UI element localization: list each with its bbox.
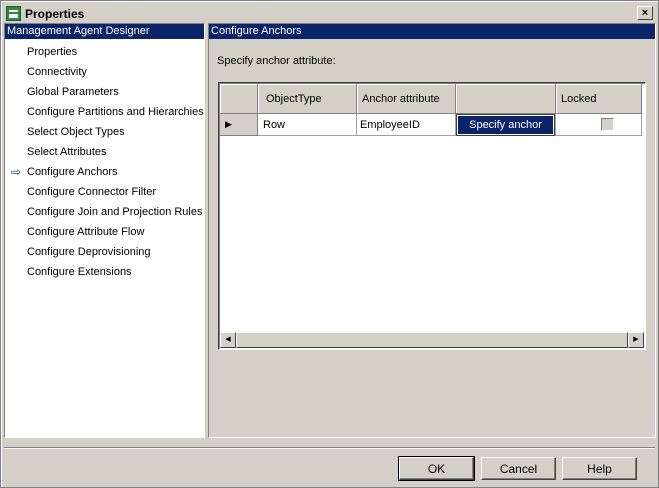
cell-objecttype[interactable]: Row: [258, 114, 357, 136]
sidebar-item-label: Configure Partitions and Hierarchies: [27, 106, 204, 118]
sidebar-item-label: Configure Attribute Flow: [27, 226, 145, 238]
sidebar-item-label: Select Attributes: [27, 146, 107, 158]
sidebar-header: Management Agent Designer: [5, 24, 204, 39]
cancel-button[interactable]: Cancel: [481, 457, 556, 480]
cell-action: Specify anchor: [456, 113, 556, 136]
cell-locked: [556, 114, 642, 136]
anchor-grid: ObjectType Anchor attribute Locked ▶ Row…: [218, 82, 646, 350]
row-pointer-icon: ▶: [225, 119, 232, 129]
scroll-right-icon[interactable]: ▶: [628, 332, 644, 348]
sidebar-item-label: Connectivity: [27, 66, 87, 78]
content-panel: Configure Anchors Specify anchor attribu…: [208, 23, 656, 438]
sidebar-item-connectivity[interactable]: Connectivity: [5, 62, 204, 82]
sidebar-item-label: Configure Connector Filter: [27, 186, 157, 198]
sidebar: Management Agent Designer Properties Con…: [4, 23, 205, 438]
app-icon: [6, 6, 21, 21]
sidebar-item-configure-anchors[interactable]: ⇨ Configure Anchors: [5, 162, 204, 182]
properties-dialog: Properties × Management Agent Designer P…: [0, 0, 659, 488]
ok-button[interactable]: OK: [398, 456, 475, 481]
sidebar-item-select-object-types[interactable]: Select Object Types: [5, 122, 204, 142]
sidebar-item-properties[interactable]: Properties: [5, 42, 204, 62]
locked-checkbox[interactable]: [601, 118, 614, 131]
close-button[interactable]: ×: [637, 6, 653, 20]
scroll-left-icon[interactable]: ◀: [220, 332, 236, 348]
sidebar-item-configure-connector-filter[interactable]: Configure Connector Filter: [5, 182, 204, 202]
arrow-right-icon: ⇨: [11, 165, 22, 179]
scrollbar-thumb[interactable]: [236, 332, 628, 348]
column-header-action[interactable]: [456, 84, 556, 114]
sidebar-item-label: Select Object Types: [27, 126, 125, 138]
specify-anchor-button[interactable]: Specify anchor: [456, 113, 555, 136]
instruction-label: Specify anchor attribute:: [217, 55, 336, 67]
row-header[interactable]: ▶: [220, 114, 258, 136]
help-button[interactable]: Help: [562, 457, 637, 480]
table-row[interactable]: ▶ Row EmployeeID Specify anchor: [220, 113, 642, 136]
sidebar-item-select-attributes[interactable]: Select Attributes: [5, 142, 204, 162]
page-title: Configure Anchors: [209, 24, 655, 39]
cell-anchor-attribute[interactable]: EmployeeID: [357, 114, 456, 136]
grid-corner-header: [220, 84, 258, 114]
sidebar-item-label: Configure Anchors: [27, 166, 118, 178]
window-title: Properties: [25, 6, 85, 21]
sidebar-item-configure-join-projection[interactable]: Configure Join and Projection Rules: [5, 202, 204, 222]
column-header-locked[interactable]: Locked: [556, 84, 642, 114]
horizontal-scrollbar[interactable]: ◀ ▶: [220, 332, 644, 348]
sidebar-item-global-parameters[interactable]: Global Parameters: [5, 82, 204, 102]
sidebar-item-configure-extensions[interactable]: Configure Extensions: [5, 262, 204, 282]
sidebar-item-configure-attribute-flow[interactable]: Configure Attribute Flow: [5, 222, 204, 242]
sidebar-item-configure-partitions[interactable]: Configure Partitions and Hierarchies: [5, 102, 204, 122]
column-header-anchor-attribute[interactable]: Anchor attribute: [357, 84, 456, 114]
sidebar-nav: Properties Connectivity Global Parameter…: [5, 39, 204, 282]
grid-header-row: ObjectType Anchor attribute Locked: [220, 84, 642, 114]
title-bar: Properties ×: [4, 4, 655, 23]
sidebar-item-label: Configure Extensions: [27, 266, 132, 278]
sidebar-item-label: Properties: [27, 46, 78, 58]
sidebar-item-label: Global Parameters: [27, 86, 119, 98]
sidebar-item-label: Configure Join and Projection Rules: [27, 206, 203, 218]
footer-divider: [4, 447, 655, 449]
sidebar-item-label: Configure Deprovisioning: [27, 246, 151, 258]
column-header-objecttype[interactable]: ObjectType: [258, 84, 357, 114]
sidebar-item-configure-deprovisioning[interactable]: Configure Deprovisioning: [5, 242, 204, 262]
